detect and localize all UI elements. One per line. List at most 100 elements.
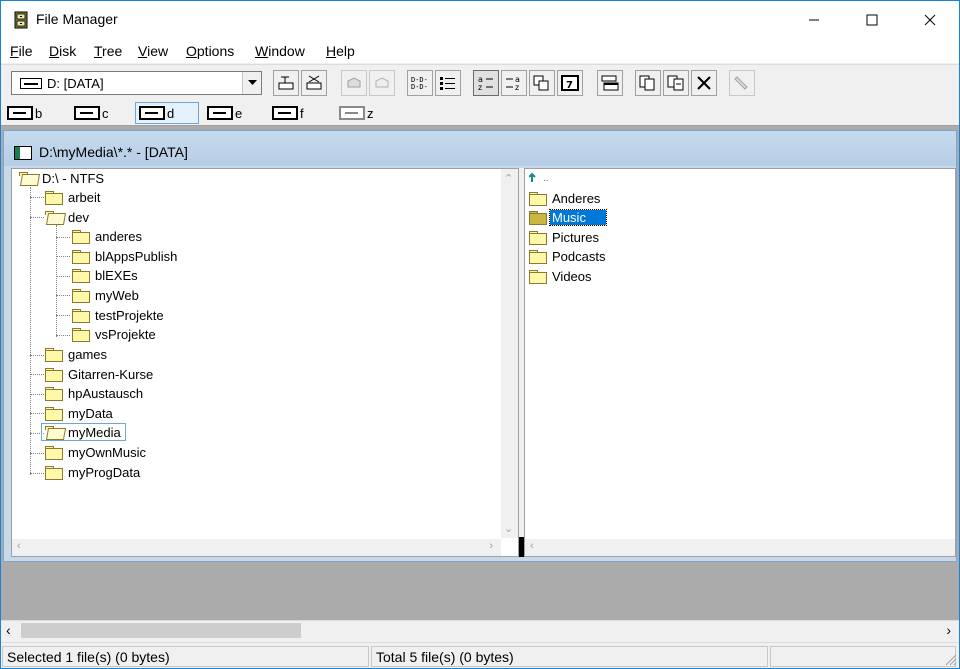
sort-az-icon: az [478,75,493,91]
parent-directory-item[interactable]: .. [529,169,549,187]
sort-by-size-button[interactable] [529,70,555,96]
stop-sharing-button[interactable] [369,70,395,96]
menu-tree[interactable]: Tree [94,43,122,59]
chevron-down-icon[interactable] [242,72,261,94]
disconnect-drive-icon [306,75,322,90]
tree-node[interactable]: hpAustausch [45,384,145,402]
new-window-button[interactable] [597,70,623,96]
connect-network-drive-button[interactable] [273,70,299,96]
file-list-item[interactable]: Anderes [529,189,602,207]
tree-node[interactable]: Gitarren-Kurse [45,365,155,383]
folder-icon [529,230,547,245]
share-as-button[interactable] [341,70,367,96]
open-folder-icon [45,210,63,224]
scroll-left-arrow-icon[interactable]: ‹ [17,540,21,552]
drive-icon [74,106,100,120]
tree-node[interactable]: myProgData [45,463,142,481]
file-list-item[interactable]: Videos [529,267,594,285]
tree-horizontal-scrollbar[interactable]: ‹ › [12,539,501,556]
open-folder-icon [45,425,63,439]
menu-file[interactable]: File [10,43,33,59]
file-list-item[interactable]: Podcasts [529,247,607,265]
drive-icon [7,106,33,120]
tree-node[interactable]: myData [45,404,115,422]
sort-by-type-button[interactable]: az [501,70,527,96]
tree-node-selected[interactable]: myMedia [41,423,126,441]
tree-line [30,197,44,198]
large-icons-button[interactable]: D-D- D-D- [407,70,433,96]
disconnect-network-drive-button[interactable] [301,70,327,96]
details-view-button[interactable] [435,70,461,96]
copy-button[interactable] [635,70,661,96]
drive-d-button[interactable]: d [135,102,199,124]
tree-node[interactable]: dev [45,208,91,226]
file-list-horizontal-scrollbar[interactable]: ‹ [525,539,955,556]
tree-node[interactable]: vsProjekte [72,325,158,343]
drive-z-button[interactable]: z [336,102,380,124]
scroll-down-arrow-icon[interactable]: ⌄ [504,522,513,535]
menu-disk[interactable]: Disk [49,43,76,59]
resize-grip-icon[interactable] [943,652,957,666]
scroll-right-arrow-icon[interactable]: › [489,540,493,552]
drive-bar: b c d e f z [1,100,959,126]
drive-window-icon [14,146,32,160]
drive-b-button[interactable]: b [4,102,48,124]
tree-node[interactable]: anderes [72,227,144,245]
minimize-icon [809,19,819,21]
scroll-thumb[interactable] [21,623,301,638]
menu-bar: File Disk Tree View Options Window Help [1,39,959,63]
close-icon [924,14,936,26]
scroll-left-arrow-icon[interactable]: ‹ [6,622,11,638]
status-total: Total 5 file(s) (0 bytes) [371,646,768,667]
scroll-right-arrow-icon[interactable]: › [946,622,951,638]
tree-node-root[interactable]: D:\ - NTFS [19,169,106,187]
file-list[interactable]: .. Anderes Music Pictures Podcasts Video… [524,168,956,557]
directory-tree[interactable]: D:\ - NTFS arbeit dev anderes blAppsPubl… [11,168,519,557]
folder-icon [72,229,90,244]
open-folder-icon [19,171,37,185]
status-bar: Selected 1 file(s) (0 bytes) Total 5 fil… [1,642,959,668]
tree-node[interactable]: blEXEs [72,266,140,284]
drive-f-button[interactable]: f [269,102,313,124]
connect-drive-icon [278,76,294,90]
tree-vertical-scrollbar[interactable]: ⌃ ⌄ [501,169,518,538]
drive-icon [20,78,42,89]
drive-c-button[interactable]: c [71,102,115,124]
directory-window-title-bar[interactable]: D:\myMedia\*.* - [DATA] [4,131,956,166]
folder-icon [529,210,547,225]
tree-node[interactable]: games [45,345,109,363]
directory-window: D:\myMedia\*.* - [DATA] D:\ - NTFS arbei… [3,130,957,562]
folder-icon [72,308,90,323]
maximize-button[interactable] [843,1,901,39]
sort-by-date-button[interactable]: 7 [557,70,583,96]
menu-window[interactable]: Window [255,43,305,59]
menu-view[interactable]: View [138,43,168,59]
close-button[interactable] [901,1,959,39]
folder-icon [45,190,63,205]
sort-by-name-button[interactable]: az [473,70,499,96]
scroll-left-arrow-icon[interactable]: ‹ [530,540,534,552]
tree-node[interactable]: blAppsPublish [72,247,179,265]
file-list-item-selected[interactable]: Music [529,208,607,226]
move-button[interactable] [663,70,689,96]
folder-icon [529,269,547,284]
tree-node[interactable]: testProjekte [72,306,166,324]
delete-button[interactable] [691,70,717,96]
tree-node[interactable]: myWeb [72,286,141,304]
file-list-item[interactable]: Pictures [529,228,601,246]
scroll-up-arrow-icon[interactable]: ⌃ [504,172,513,185]
folder-icon [45,367,63,382]
folder-icon [72,288,90,303]
tree-node[interactable]: arbeit [45,188,103,206]
tree-node[interactable]: myOwnMusic [45,443,148,461]
tree-line [30,187,31,475]
menu-help[interactable]: Help [326,43,355,59]
sort-type-icon: az [506,75,520,91]
workspace-horizontal-scrollbar[interactable]: ‹ › [1,620,959,639]
folder-icon [45,386,63,401]
minimize-button[interactable] [785,1,843,39]
drive-select[interactable]: D: [DATA] [11,71,262,95]
drive-e-button[interactable]: e [204,102,248,124]
menu-options[interactable]: Options [186,43,234,59]
properties-button[interactable] [729,70,755,96]
